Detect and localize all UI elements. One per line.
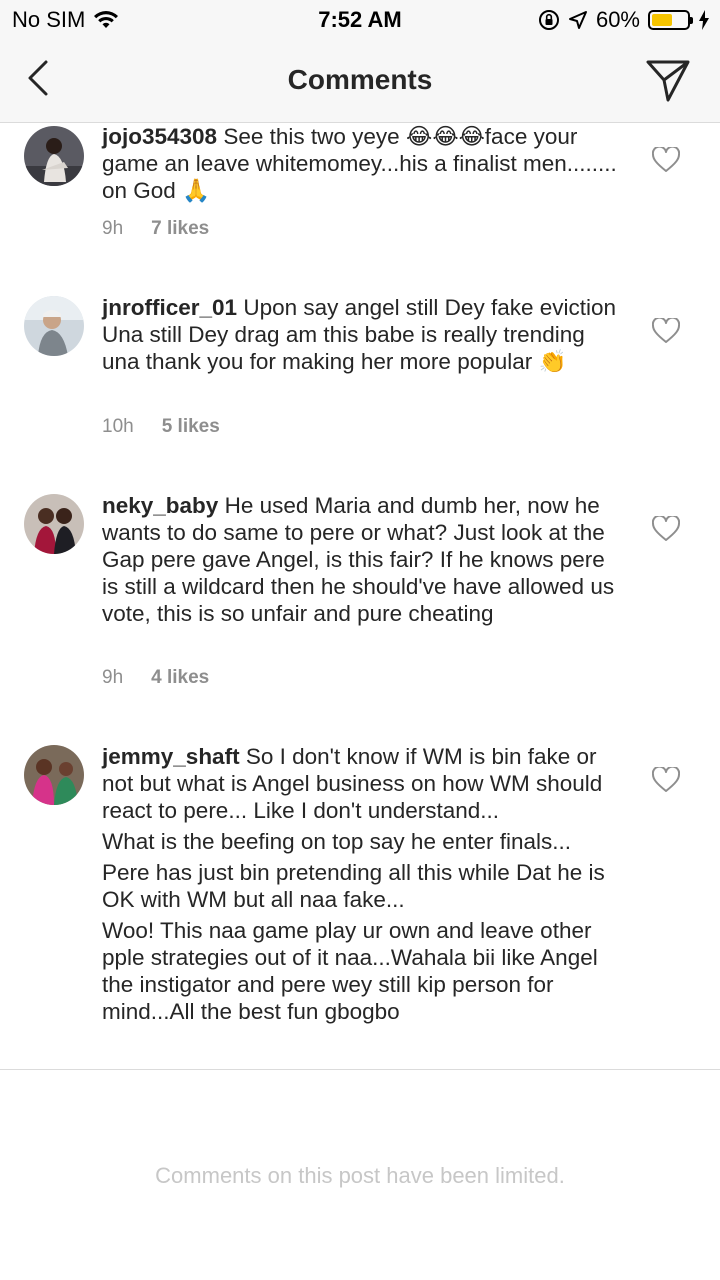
comment-body: jojo354308 See this two yeye 😂😂😂face you… (102, 123, 622, 208)
comment-paragraph: jemmy_shaft So I don't know if WM is bin… (102, 743, 622, 824)
battery-percent: 60% (595, 7, 640, 32)
comment-paragraph: What is the beefing on top say he enter … (102, 829, 572, 854)
comment-likes[interactable]: 5 likes (162, 416, 220, 438)
comment-paragraph: Woo! This naa game play ur own and leave… (102, 918, 598, 1024)
comment-username[interactable]: jnrofficer_01 (102, 295, 237, 320)
avatar[interactable] (24, 296, 84, 356)
comment-meta: 9h 4 likes (102, 667, 209, 689)
nav-bar: Comments (0, 40, 720, 123)
status-right: 60% (538, 7, 710, 33)
comment-username[interactable]: neky_baby (102, 493, 218, 518)
comment-paragraph: jojo354308 See this two yeye 😂😂😂face you… (102, 123, 622, 204)
comment-meta: 9h 7 likes (102, 218, 209, 240)
page-title: Comments (287, 64, 433, 95)
comment-likes[interactable]: 4 likes (151, 667, 209, 689)
comment-username[interactable]: jojo354308 (102, 124, 217, 149)
comment-time: 9h (102, 667, 124, 688)
comment-time: 10h (102, 416, 134, 437)
charging-bolt-icon (699, 10, 709, 30)
status-bar: No SIM 7:52 AM 60% (0, 0, 720, 40)
like-heart-icon[interactable] (652, 767, 680, 793)
like-heart-icon[interactable] (652, 318, 680, 344)
like-heart-icon[interactable] (652, 147, 680, 173)
comment-body: jemmy_shaft So I don't know if WM is bin… (102, 743, 622, 1029)
comments-limited-notice: Comments on this post have been limited. (155, 1163, 565, 1188)
like-heart-icon[interactable] (652, 516, 680, 542)
send-direct-icon[interactable] (644, 56, 692, 104)
comment-body: jnrofficer_01 Upon say angel still Dey f… (102, 294, 622, 379)
avatar[interactable] (24, 126, 84, 186)
comment-body: neky_baby He used Maria and dumb her, no… (102, 492, 622, 631)
footer-divider (0, 1069, 720, 1070)
comment-likes[interactable]: 7 likes (151, 218, 209, 240)
location-arrow-icon (568, 11, 587, 29)
comment-paragraph: neky_baby He used Maria and dumb her, no… (102, 492, 622, 627)
comment-time: 9h (102, 218, 124, 239)
comments-list[interactable]: jojo354308 See this two yeye 😂😂😂face you… (0, 123, 720, 1069)
comment-paragraph: Pere has just bin pretending all this wh… (102, 860, 605, 912)
comment-paragraph: jnrofficer_01 Upon say angel still Dey f… (102, 294, 622, 375)
comment-meta: 10h 5 likes (102, 416, 220, 438)
comment-username[interactable]: jemmy_shaft (102, 744, 240, 769)
avatar[interactable] (24, 494, 84, 554)
avatar[interactable] (24, 745, 84, 805)
battery-icon (648, 10, 693, 30)
orientation-lock-icon (538, 10, 559, 30)
battery-level (652, 14, 673, 26)
